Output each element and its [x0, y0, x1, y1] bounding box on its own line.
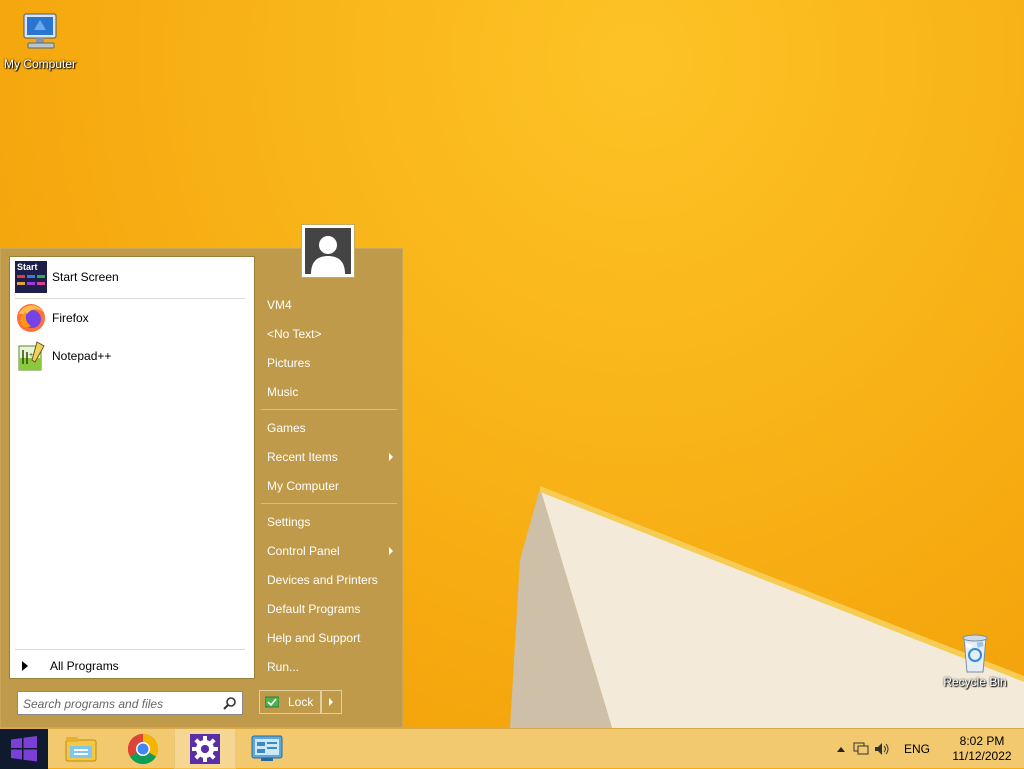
language-label: ENG — [903, 742, 930, 756]
settings-gear-icon — [190, 734, 220, 764]
start-place-run[interactable]: Run... — [267, 656, 397, 678]
start-place-help-and-support[interactable]: Help and Support — [267, 627, 397, 649]
start-place-label: <No Text> — [267, 327, 322, 341]
start-place-label: VM4 — [267, 298, 292, 312]
start-item-label: Start Screen — [52, 270, 119, 284]
start-place-label: Help and Support — [267, 631, 361, 645]
shutdown-options-button[interactable] — [321, 690, 342, 714]
start-place-label: Games — [267, 421, 306, 435]
speaker-icon — [875, 743, 889, 755]
network-status[interactable] — [852, 729, 870, 769]
start-item-label: Firefox — [52, 311, 89, 325]
start-menu-programs-pane: Start Start Screen Firefox Notepad++ All… — [9, 256, 255, 679]
start-button[interactable] — [0, 729, 48, 769]
input-language[interactable]: ENG — [900, 729, 934, 769]
submenu-arrow-icon — [389, 547, 393, 555]
desktop-icon-label: Recycle Bin — [943, 675, 1007, 689]
start-place-label: My Computer — [267, 479, 340, 493]
network-icon — [853, 742, 869, 755]
control-panel-icon — [251, 735, 283, 761]
triangle-right-icon — [22, 661, 28, 671]
divider — [15, 649, 245, 650]
start-item-start-screen[interactable]: Start Start Screen — [15, 260, 247, 294]
recycle-bin-icon — [962, 634, 988, 673]
start-place-label: Devices and Printers — [267, 573, 378, 587]
lock-label: Lock — [288, 695, 314, 709]
start-screen-icon: Start — [15, 261, 47, 293]
taskbar-control-panel[interactable] — [236, 729, 298, 769]
start-place-pictures[interactable]: Pictures — [267, 352, 397, 374]
system-tray: ENG 8:02 PM 11/12/2022 — [834, 729, 1024, 769]
start-place-settings[interactable]: Settings — [267, 511, 397, 533]
lock-icon — [265, 696, 279, 708]
desktop-icon-recycle-bin[interactable]: Recycle Bin — [935, 630, 1015, 689]
computer-icon — [23, 13, 57, 49]
start-place-devices-and-printers[interactable]: Devices and Printers — [267, 569, 397, 591]
start-place-vm4[interactable]: VM4 — [267, 294, 397, 316]
search-input[interactable] — [21, 694, 221, 714]
start-place-my-computer[interactable]: My Computer — [267, 475, 397, 497]
start-item-notepad-plus-plus[interactable]: ++ Notepad++ — [15, 339, 247, 373]
windows-logo-icon — [11, 736, 37, 762]
start-place-label: Recent Items — [267, 450, 338, 464]
user-avatar-icon — [305, 228, 351, 274]
divider — [15, 298, 245, 299]
clock-time: 8:02 PM — [959, 734, 1005, 748]
file-explorer-icon — [65, 737, 97, 762]
start-place-label: Pictures — [267, 356, 311, 370]
start-place-label: Settings — [267, 515, 311, 529]
chevron-up-icon — [837, 747, 845, 752]
start-place-default-programs[interactable]: Default Programs — [267, 598, 397, 620]
start-place-label: Music — [267, 385, 299, 399]
start-place-no-text[interactable]: <No Text> — [267, 323, 397, 345]
notepad-plus-plus-icon: ++ — [18, 341, 45, 371]
start-item-firefox[interactable]: Firefox — [15, 301, 247, 335]
search-icon[interactable] — [223, 696, 237, 710]
search-box[interactable] — [17, 691, 243, 715]
start-item-label: Notepad++ — [52, 349, 112, 363]
start-menu: Start Start Screen Firefox Notepad++ All… — [0, 248, 403, 728]
user-picture[interactable] — [301, 224, 355, 278]
start-place-control-panel[interactable]: Control Panel — [267, 540, 397, 562]
start-place-music[interactable]: Music — [267, 381, 397, 403]
volume-control[interactable] — [872, 729, 892, 769]
divider — [261, 409, 397, 410]
taskbar-chrome[interactable] — [112, 729, 174, 769]
chrome-icon — [127, 734, 159, 765]
firefox-icon — [17, 304, 45, 332]
lock-button[interactable]: Lock — [259, 690, 321, 714]
start-place-label: Default Programs — [267, 602, 361, 616]
divider — [261, 503, 397, 504]
clock[interactable]: 8:02 PM 11/12/2022 — [944, 729, 1020, 769]
all-programs-label: All Programs — [50, 659, 119, 673]
triangle-right-icon — [329, 698, 333, 706]
taskbar-settings[interactable] — [174, 729, 236, 769]
start-place-label: Run... — [267, 660, 300, 674]
all-programs-button[interactable]: All Programs — [18, 659, 119, 673]
taskbar-file-explorer[interactable] — [50, 729, 112, 769]
start-screen-icon-text: Start — [17, 262, 38, 272]
desktop-icon-my-computer[interactable]: My Computer — [0, 8, 80, 71]
start-place-games[interactable]: Games — [267, 417, 397, 439]
start-place-label: Control Panel — [267, 544, 340, 558]
taskbar: ENG 8:02 PM 11/12/2022 — [0, 728, 1024, 769]
clock-date: 11/12/2022 — [952, 749, 1012, 763]
desktop-icon-label: My Computer — [3, 57, 77, 71]
show-hidden-icons-button[interactable] — [834, 729, 848, 769]
submenu-arrow-icon — [389, 453, 393, 461]
start-place-recent-items[interactable]: Recent Items — [267, 446, 397, 468]
